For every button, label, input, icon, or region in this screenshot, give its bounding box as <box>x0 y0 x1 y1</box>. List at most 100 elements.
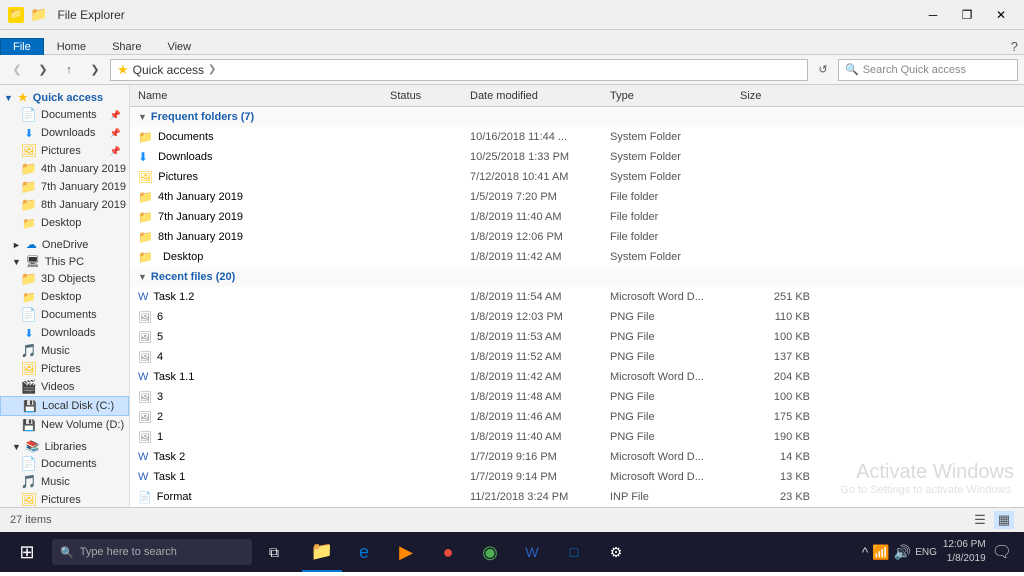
table-row[interactable]: WTask 1.1 1/8/2019 11:42 AM Microsoft Wo… <box>130 367 1024 387</box>
sidebar-item-4th-jan[interactable]: 📁 4th January 2019 <box>0 160 129 178</box>
clock[interactable]: 12:06 PM 1/8/2019 <box>943 538 986 566</box>
table-row[interactable]: 🖼Pictures 7/12/2018 10:41 AM System Fold… <box>130 167 1024 187</box>
tab-home[interactable]: Home <box>44 38 99 55</box>
generic-icon: 📄 <box>138 491 152 504</box>
start-button[interactable]: ⊞ <box>4 532 50 572</box>
table-row[interactable]: WTask 1.2 1/8/2019 11:54 AM Microsoft Wo… <box>130 287 1024 307</box>
folder-icon: 📁 <box>138 210 153 224</box>
col-size-header[interactable]: Size <box>740 90 810 102</box>
table-row[interactable]: 🖼3 1/8/2019 11:48 AM PNG File 100 KB <box>130 387 1024 407</box>
table-row[interactable]: 📄Format 11/21/2018 3:24 PM INP File 23 K… <box>130 487 1024 507</box>
up-button[interactable]: ↑ <box>58 59 80 81</box>
view-controls: ☰ ▦ <box>970 511 1014 529</box>
taskbar-settings-icon[interactable]: ⚙ <box>596 532 636 572</box>
table-row[interactable]: 🖼2 1/8/2019 11:46 AM PNG File 175 KB <box>130 407 1024 427</box>
tab-view[interactable]: View <box>154 38 204 55</box>
sidebar-libraries[interactable]: ▼ 📚 Libraries <box>0 438 129 455</box>
sidebar-lib-pictures[interactable]: 🖼 Pictures <box>0 491 129 507</box>
tab-file[interactable]: File <box>0 38 44 55</box>
file-name: Task 1.2 <box>153 291 194 303</box>
sidebar-quick-access[interactable]: ▼ ★ Quick access <box>0 89 129 106</box>
file-type: System Folder <box>610 171 740 183</box>
table-row[interactable]: 📁8th January 2019 1/8/2019 12:06 PM File… <box>130 227 1024 247</box>
close-button[interactable]: ✕ <box>986 5 1016 25</box>
frequent-folders-header[interactable]: ▼ Frequent folders (7) <box>130 107 1024 127</box>
sidebar-item-8th-jan[interactable]: 📁 8th January 2019 <box>0 196 129 214</box>
taskbar-app4-icon[interactable]: □ <box>554 532 594 572</box>
lang-label[interactable]: ENG <box>915 547 937 558</box>
sidebar-pictures[interactable]: 🖼 Pictures <box>0 360 129 378</box>
table-row[interactable]: 🖼1 1/8/2019 11:40 AM PNG File 190 KB <box>130 427 1024 447</box>
sidebar-onedrive[interactable]: ► ☁ OneDrive <box>0 236 129 253</box>
sidebar-this-pc[interactable]: ▼ 🖥 This PC <box>0 253 129 270</box>
search-box[interactable]: 🔍 Search Quick access <box>838 59 1018 81</box>
folder-icon: 🖼 <box>22 144 36 158</box>
table-row[interactable]: 📁7th January 2019 1/8/2019 11:40 AM File… <box>130 207 1024 227</box>
sidebar-lib-documents[interactable]: 📄 Documents <box>0 455 129 473</box>
table-row[interactable]: 📁Documents 10/16/2018 11:44 ... System F… <box>130 127 1024 147</box>
network-icon[interactable]: 📶 <box>872 544 889 561</box>
minimize-button[interactable]: ─ <box>918 5 948 25</box>
taskbar-edge-icon[interactable]: e <box>344 532 384 572</box>
address-path[interactable]: ★ Quick access ❯ <box>110 59 808 81</box>
col-type-header[interactable]: Type <box>610 90 740 102</box>
table-row[interactable]: WTask 2 1/7/2019 9:16 PM Microsoft Word … <box>130 447 1024 467</box>
notifications-icon[interactable]: 🗨 <box>992 542 1012 562</box>
sidebar-lib-music[interactable]: 🎵 Music <box>0 473 129 491</box>
col-name-header[interactable]: Name <box>130 90 390 102</box>
file-type: File folder <box>610 191 740 203</box>
sidebar-item-downloads[interactable]: ⬇ Downloads 📌 <box>0 124 129 142</box>
list-view-button[interactable]: ▦ <box>994 511 1014 529</box>
sidebar-local-disk[interactable]: 💾 Local Disk (C:) <box>0 396 129 416</box>
folder-icon: 📁 <box>138 130 153 144</box>
table-row[interactable]: 🖼4 1/8/2019 11:52 AM PNG File 137 KB <box>130 347 1024 367</box>
file-size: 23 KB <box>740 491 810 503</box>
taskbar-chrome-icon[interactable]: ◉ <box>470 532 510 572</box>
tray-up-arrow[interactable]: ^ <box>862 544 869 560</box>
sidebar-item-label: Documents <box>41 109 97 121</box>
file-date: 1/7/2019 9:14 PM <box>470 471 610 483</box>
col-status-header[interactable]: Status <box>390 90 470 102</box>
sidebar-new-volume[interactable]: 💾 New Volume (D:) <box>0 416 129 434</box>
maximize-button[interactable]: ❐ <box>952 5 982 25</box>
taskbar-search[interactable]: 🔍 Type here to search <box>52 539 252 565</box>
table-row[interactable]: 🖼6 1/8/2019 12:03 PM PNG File 110 KB <box>130 307 1024 327</box>
file-type: PNG File <box>610 331 740 343</box>
folder-icon: 🎵 <box>22 344 36 358</box>
sidebar-item-7th-jan[interactable]: 📁 7th January 2019 <box>0 178 129 196</box>
sidebar-music[interactable]: 🎵 Music <box>0 342 129 360</box>
file-type: PNG File <box>610 351 740 363</box>
sidebar-desktop[interactable]: 📁 Desktop <box>0 288 129 306</box>
table-row[interactable]: 📁4th January 2019 1/5/2019 7:20 PM File … <box>130 187 1024 207</box>
sidebar-item-documents[interactable]: 📄 Documents 📌 <box>0 106 129 124</box>
table-row[interactable]: WTask 1 1/7/2019 9:14 PM Microsoft Word … <box>130 467 1024 487</box>
details-view-button[interactable]: ☰ <box>970 511 990 529</box>
sidebar-3d-objects[interactable]: 📁 3D Objects <box>0 270 129 288</box>
taskbar-app3-icon[interactable]: ● <box>428 532 468 572</box>
col-date-header[interactable]: Date modified <box>470 90 610 102</box>
sidebar-videos[interactable]: 🎬 Videos <box>0 378 129 396</box>
forward-button[interactable]: ❯ <box>32 59 54 81</box>
folder-icon: 📁 <box>22 162 36 176</box>
taskbar-vlc-icon[interactable]: ▶ <box>386 532 426 572</box>
taskbar-search-placeholder: Type here to search <box>80 546 177 558</box>
table-row[interactable]: 📁Desktop 1/8/2019 11:42 AM System Folder <box>130 247 1024 267</box>
table-row[interactable]: ⬇Downloads 10/25/2018 1:33 PM System Fol… <box>130 147 1024 167</box>
tab-share[interactable]: Share <box>99 38 154 55</box>
help-icon[interactable]: ? <box>1011 39 1018 54</box>
recent-locations-button[interactable]: ❯ <box>84 59 106 81</box>
back-button[interactable]: ❮ <box>6 59 28 81</box>
sidebar-downloads[interactable]: ⬇ Downloads <box>0 324 129 342</box>
taskbar-word-icon[interactable]: W <box>512 532 552 572</box>
sidebar-item-label: New Volume (D:) <box>41 419 124 431</box>
table-row[interactable]: 🖼5 1/8/2019 11:53 AM PNG File 100 KB <box>130 327 1024 347</box>
taskview-button[interactable]: ⧉ <box>254 532 294 572</box>
taskbar-right: ^ 📶 🔊 ENG 12:06 PM 1/8/2019 🗨 <box>854 538 1020 566</box>
sidebar-item-pictures[interactable]: 🖼 Pictures 📌 <box>0 142 129 160</box>
sidebar-item-desktop[interactable]: 📁 Desktop <box>0 214 129 232</box>
refresh-button[interactable]: ↺ <box>812 59 834 81</box>
sidebar-documents[interactable]: 📄 Documents <box>0 306 129 324</box>
recent-files-header[interactable]: ▼ Recent files (20) <box>130 267 1024 287</box>
volume-icon[interactable]: 🔊 <box>894 544 911 561</box>
taskbar-explorer-icon[interactable]: 📁 <box>302 532 342 572</box>
